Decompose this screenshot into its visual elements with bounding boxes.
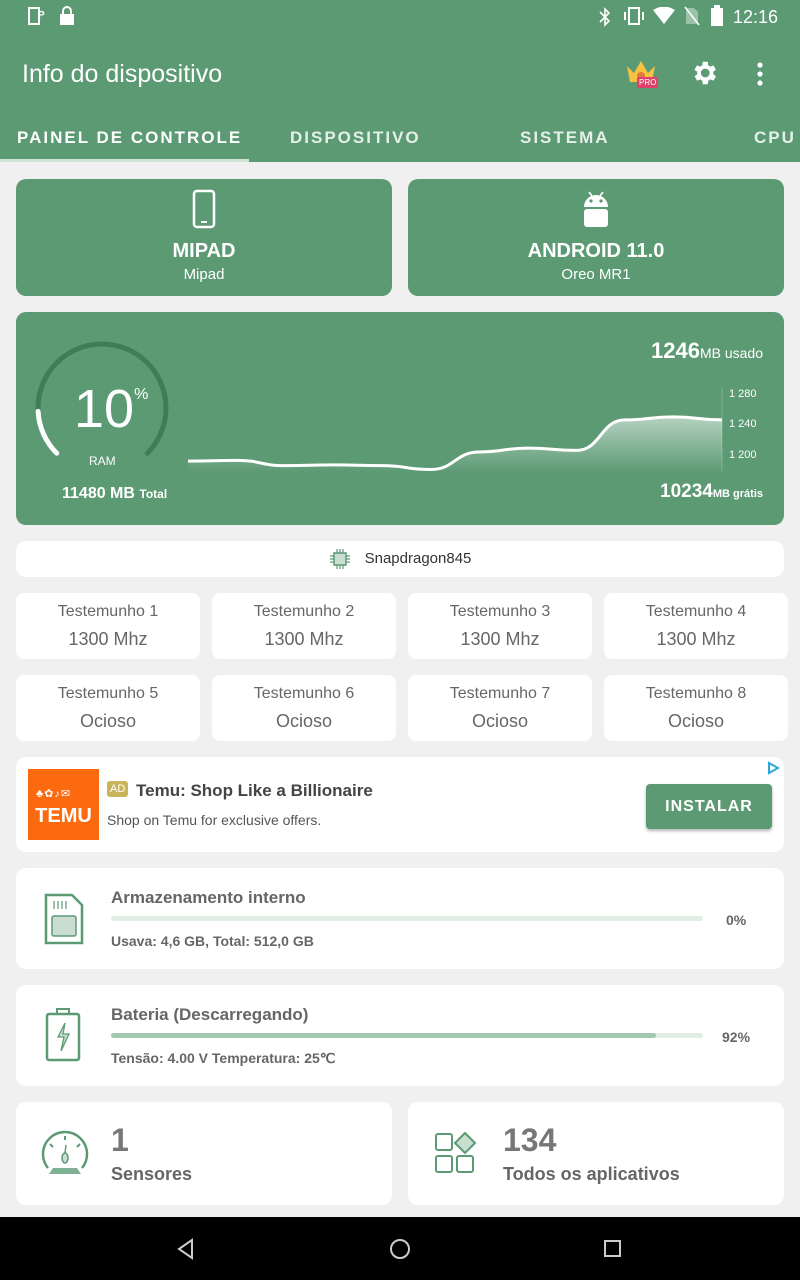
pro-button[interactable]: PRO [624, 56, 659, 90]
cpu-core-3: Testemunho 3 1300 Mhz [408, 593, 592, 659]
ad-subtitle: Shop on Temu for exclusive offers. [107, 812, 322, 828]
core-name: Testemunho 3 [449, 603, 551, 620]
core-frequency: Ocioso [275, 711, 333, 731]
pro-badge: PRO [637, 77, 659, 88]
storage-percent: 0% [726, 912, 747, 928]
ram-label: RAM [89, 454, 116, 468]
active-tab-indicator [0, 159, 249, 162]
apps-card[interactable]: 134 Todos os aplicativos [408, 1102, 784, 1205]
apps-label: Todos os aplicativos [503, 1164, 680, 1184]
sensors-count: 1 [111, 1122, 129, 1158]
cpu-core-7: Testemunho 7 Ocioso [408, 675, 592, 741]
adchoices-icon[interactable] [766, 761, 780, 775]
lock-icon [60, 6, 74, 25]
apps-count: 134 [503, 1122, 557, 1158]
cpu-core-4: Testemunho 4 1300 Mhz [604, 593, 788, 659]
battery-icon [711, 5, 723, 26]
os-version: ANDROID 11.0 [527, 240, 665, 262]
device-card[interactable]: MIPAD Mipad [16, 179, 392, 296]
core-name: Testemunho 4 [645, 603, 747, 620]
core-frequency: 1300 Mhz [68, 629, 148, 649]
app-title: Info do dispositivo [22, 60, 223, 88]
storage-detail: Usava: 4,6 GB, Total: 512,0 GB [111, 933, 314, 949]
device-model: Mipad [183, 266, 225, 283]
tab-bar: PAINEL DE CONTROLE DISPOSITIVO SISTEMA C… [0, 128, 800, 162]
clock: 12:16 [733, 7, 779, 27]
cpu-core-6: Testemunho 6 Ocioso [212, 675, 396, 741]
battery-title: Bateria (Descarregando) [111, 1005, 309, 1024]
cpu-core-2: Testemunho 2 1300 Mhz [212, 593, 396, 659]
storage-progress [111, 916, 703, 921]
os-card[interactable]: ANDROID 11.0 Oreo MR1 [408, 179, 784, 296]
ram-free: 10234MB grátis [660, 481, 763, 502]
cpu-core-5: Testemunho 5 Ocioso [16, 675, 200, 741]
tick-1200: 1 200 [729, 449, 757, 461]
core-name: Testemunho 1 [57, 603, 159, 620]
cpu-name-card[interactable]: Snapdragon845 [16, 541, 784, 577]
core-name: Testemunho 6 [253, 685, 355, 702]
recents-icon[interactable] [603, 1239, 623, 1259]
cpu-name: Snapdragon845 [364, 550, 472, 567]
storage-card[interactable]: Armazenamento interno 0% Usava: 4,6 GB, … [16, 868, 784, 969]
navigation-bar [0, 1217, 800, 1280]
sd-card-icon [44, 893, 84, 945]
core-frequency: Ocioso [79, 711, 137, 731]
ad-title: Temu: Shop Like a Billionaire [136, 781, 373, 800]
no-sim-icon [684, 6, 700, 26]
tick-1280: 1 280 [729, 388, 757, 400]
apps-grid-icon [435, 1132, 477, 1173]
sensors-label: Sensores [111, 1164, 193, 1184]
ad-badge: AD [107, 781, 129, 797]
temu-logo-glyphs: ♣✿♪✉ [36, 788, 72, 800]
install-button[interactable]: INSTALAR [646, 784, 772, 829]
ram-card[interactable]: 10% RAM 11480 MB Total 1246MB usado 1023… [16, 312, 784, 525]
device-name: MIPAD [172, 240, 236, 262]
gear-icon[interactable] [689, 58, 719, 88]
home-icon[interactable] [389, 1238, 411, 1260]
app-bar: Info do dispositivo PRO PAINEL DE CONTRO… [0, 34, 800, 162]
android-icon [584, 191, 608, 227]
status-bar: P 12:16 [0, 0, 800, 34]
battery-detail: Tensão: 4.00 V Temperatura: 25℃ [111, 1050, 336, 1066]
cpu-core-8: Testemunho 8 Ocioso [604, 675, 788, 741]
more-vert-icon[interactable] [754, 60, 766, 88]
battery-card[interactable]: Bateria (Descarregando) 92% Tensão: 4.00… [16, 985, 784, 1086]
core-frequency: Ocioso [667, 711, 725, 731]
cpu-core-1: Testemunho 1 1300 Mhz [16, 593, 200, 659]
ram-gauge-fill [35, 408, 60, 456]
tab-painel-de-controle[interactable]: PAINEL DE CONTROLE [17, 128, 242, 148]
storage-title: Armazenamento interno [111, 888, 306, 907]
svg-text:P: P [38, 10, 45, 21]
tab-dispositivo[interactable]: DISPOSITIVO [290, 128, 421, 148]
bluetooth-icon [599, 7, 611, 27]
phone-icon [192, 189, 216, 229]
core-frequency: Ocioso [471, 711, 529, 731]
gauge-icon [41, 1130, 89, 1174]
core-name: Testemunho 5 [57, 685, 159, 702]
ad-banner[interactable]: TEMU ♣✿♪✉ AD Temu: Shop Like a Billionai… [16, 757, 784, 852]
core-name: Testemunho 7 [449, 685, 551, 702]
core-name: Testemunho 2 [253, 603, 355, 620]
ram-total: 11480 MB Total [62, 485, 168, 502]
core-name: Testemunho 8 [645, 685, 747, 702]
ram-used: 1246MB usado [651, 338, 763, 363]
tab-sistema[interactable]: SISTEMA [520, 128, 610, 148]
temu-logo: TEMU [28, 769, 99, 840]
vibrate-icon [624, 7, 644, 25]
battery-progress [111, 1033, 703, 1038]
chip-icon [329, 549, 350, 570]
sensors-card[interactable]: 1 Sensores [16, 1102, 392, 1205]
ram-percent: 10% [74, 379, 149, 439]
battery-percent: 92% [722, 1029, 751, 1045]
core-frequency: 1300 Mhz [656, 629, 736, 649]
battery-charging-icon [45, 1008, 81, 1062]
core-frequency: 1300 Mhz [460, 629, 540, 649]
wifi-icon [653, 7, 675, 24]
os-codename: Oreo MR1 [561, 266, 631, 283]
tab-cpu[interactable]: CPU [754, 128, 796, 148]
back-icon[interactable] [176, 1238, 196, 1260]
tick-1240: 1 240 [729, 418, 757, 430]
core-frequency: 1300 Mhz [264, 629, 344, 649]
screenshot-icon: P [28, 7, 45, 25]
